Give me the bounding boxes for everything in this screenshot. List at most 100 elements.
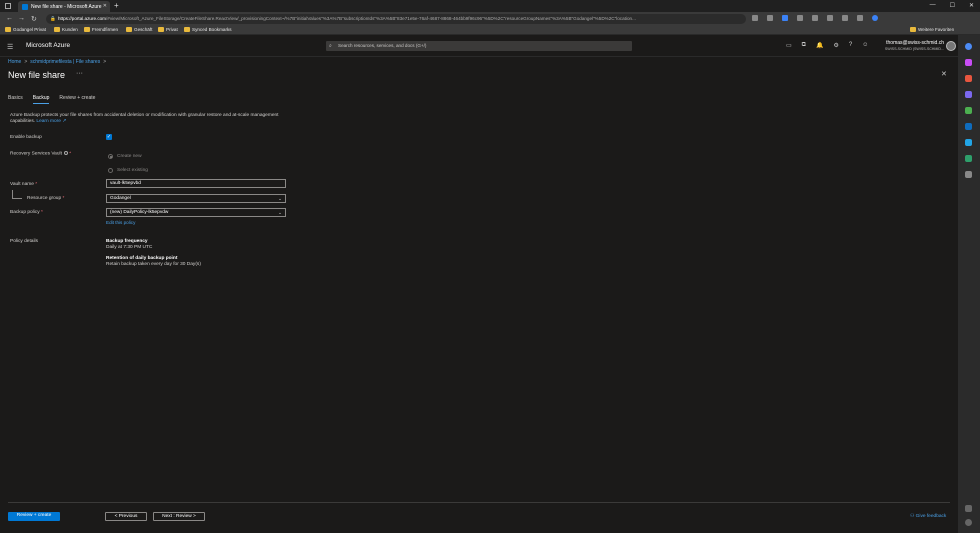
send-icon[interactable] xyxy=(965,139,972,146)
tab-title: New file share - Microsoft Azure xyxy=(31,3,102,10)
settings-gear-icon[interactable]: ⚙ xyxy=(833,42,838,49)
radio-button[interactable] xyxy=(108,154,113,159)
bookmark-label: Privat xyxy=(166,27,178,32)
bookmark-label: Fremdfirmen xyxy=(92,27,119,32)
back-icon[interactable]: ← xyxy=(6,15,13,22)
sidebar-settings-icon[interactable] xyxy=(965,519,972,526)
new-tab-button[interactable]: + xyxy=(114,1,119,10)
backup-policy-dropdown[interactable]: (new) DailyPolicy-lk5epvdw ⌄ xyxy=(106,208,286,217)
directory-filter-icon[interactable]: ⧉ xyxy=(802,42,806,49)
url-field[interactable]: 🔒 https://portal.azure.com/#view/Microso… xyxy=(46,14,746,24)
cloud-shell-icon[interactable]: ▭ xyxy=(786,42,792,49)
favorite-star-icon[interactable] xyxy=(767,15,773,21)
next-review-button[interactable]: Next : Review > xyxy=(153,512,205,521)
maximize-icon[interactable]: ☐ xyxy=(950,2,955,9)
resource-group-label-row: Resource group * xyxy=(27,196,64,201)
copilot-sidebar-icon[interactable] xyxy=(965,43,972,50)
search-sidebar-icon[interactable] xyxy=(965,59,972,66)
feedback-label: Give feedback xyxy=(915,514,947,519)
vault-name-field[interactable]: vault-lk5epvbd xyxy=(106,179,286,188)
vault-label-row: Recovery Services Vault * xyxy=(10,151,71,156)
bookmark-folder[interactable]: Godangel Privat xyxy=(5,27,46,32)
bookmark-folder[interactable]: Synced Bookmarks xyxy=(184,27,232,32)
close-tab-icon[interactable]: ✕ xyxy=(103,3,107,9)
refresh-icon[interactable]: ↻ xyxy=(31,15,37,23)
breadcrumb-home[interactable]: Home xyxy=(8,59,21,65)
read-aloud-icon[interactable] xyxy=(752,15,758,21)
profile-icon[interactable] xyxy=(842,15,848,21)
collections-icon[interactable] xyxy=(827,15,833,21)
previous-button[interactable]: < Previous xyxy=(105,512,147,521)
bookmark-folder[interactable]: Fremdfirmen xyxy=(84,27,118,32)
page-title: New file share xyxy=(8,70,66,80)
edit-policy-link[interactable]: Edit this policy xyxy=(106,220,135,225)
copilot-icon[interactable] xyxy=(872,15,878,21)
topbar-icons: ▭ ⧉ 🔔 ⚙ ? ☺ xyxy=(786,42,868,49)
tab-review-create[interactable]: Review + create xyxy=(59,95,95,104)
folder-icon xyxy=(84,27,90,32)
help-icon[interactable]: ? xyxy=(849,42,852,49)
required-mark: * xyxy=(35,182,38,187)
tools-icon[interactable] xyxy=(965,91,972,98)
review-create-button[interactable]: Review + create xyxy=(8,512,60,521)
radio-button[interactable] xyxy=(108,168,113,173)
minimize-icon[interactable]: — xyxy=(930,2,936,9)
chevron-down-icon: ⌄ xyxy=(278,196,282,201)
resource-group-dropdown[interactable]: Godangel ⌄ xyxy=(106,194,286,203)
bookmark-folder[interactable]: Privat xyxy=(158,27,178,32)
forward-icon[interactable]: → xyxy=(18,15,25,22)
other-favorites[interactable]: Weitere Favoriten xyxy=(910,27,954,32)
radio-label: Create new xyxy=(117,154,142,159)
bookmark-folder[interactable]: Kunden xyxy=(54,27,78,32)
bookmark-label: Godangel Privat xyxy=(13,27,46,32)
more-options-icon[interactable]: ··· xyxy=(76,70,83,77)
notifications-icon[interactable]: 🔔 xyxy=(816,42,823,49)
account-directory: SWISS-SCHMID (SWISS-SCHMID... xyxy=(884,47,944,51)
enable-backup-label: Enable backup xyxy=(10,135,42,140)
split-screen-icon[interactable] xyxy=(797,15,803,21)
folder-icon xyxy=(126,27,132,32)
sidebar-layout-icon[interactable] xyxy=(965,505,972,512)
account-menu[interactable]: thomas@swiss-schmid.ch SWISS-SCHMID (SWI… xyxy=(864,40,944,51)
feedback-person-icon: ⚇ xyxy=(910,514,915,519)
breadcrumb-file-shares[interactable]: schmidprimefilesta | File shares xyxy=(30,59,100,65)
global-search-input[interactable]: ⌕ Search resources, services, and docs (… xyxy=(326,41,632,51)
backup-policy-label-row: Backup policy * xyxy=(10,210,43,215)
wizard-tabs: Basics Backup Review + create xyxy=(8,95,95,104)
account-email: thomas@swiss-schmid.ch xyxy=(886,40,944,46)
folder-icon xyxy=(184,27,190,32)
bookmark-label: Synced Bookmarks xyxy=(192,27,232,32)
shopping-icon[interactable] xyxy=(965,75,972,82)
required-mark: * xyxy=(69,151,72,157)
radio-create-new[interactable]: Create new xyxy=(108,154,142,159)
drop-icon[interactable] xyxy=(965,155,972,162)
outlook-icon[interactable] xyxy=(965,123,972,130)
close-window-icon[interactable]: ✕ xyxy=(969,2,974,9)
window-menu-icon[interactable] xyxy=(5,3,11,9)
add-sidebar-icon[interactable] xyxy=(965,171,972,178)
tab-backup[interactable]: Backup xyxy=(32,95,50,104)
favorites-icon[interactable] xyxy=(812,15,818,21)
browser-tab-bar: New file share - Microsoft Azure ✕ + — ☐… xyxy=(0,0,980,12)
footer-divider xyxy=(8,502,950,503)
breadcrumb: Home > schmidprimefilesta | File shares … xyxy=(8,59,106,65)
games-icon[interactable] xyxy=(965,107,972,114)
learn-more-link[interactable]: Learn more xyxy=(36,119,61,124)
extension-icons xyxy=(752,15,878,21)
radio-select-existing[interactable]: Select existing xyxy=(108,168,148,173)
enable-backup-checkbox[interactable]: ✓ xyxy=(106,134,112,140)
tab-basics[interactable]: Basics xyxy=(8,95,23,104)
search-placeholder: Search resources, services, and docs (G+… xyxy=(338,43,427,48)
azure-brand[interactable]: Microsoft Azure xyxy=(26,42,70,49)
avatar[interactable] xyxy=(946,41,956,51)
info-icon[interactable] xyxy=(63,151,68,155)
extension-icon[interactable] xyxy=(782,15,788,21)
give-feedback-link[interactable]: ⚇ Give feedback xyxy=(910,514,946,519)
portal-menu-icon[interactable]: ☰ xyxy=(7,43,13,51)
menu-more-icon[interactable] xyxy=(857,15,863,21)
browser-tab[interactable]: New file share - Microsoft Azure ✕ xyxy=(18,1,110,12)
window-controls: — ☐ ✕ xyxy=(930,2,974,9)
close-blade-icon[interactable]: ✕ xyxy=(941,70,947,78)
bookmark-folder[interactable]: Geschäft xyxy=(126,27,152,32)
bookmark-label: Geschäft xyxy=(134,27,153,32)
